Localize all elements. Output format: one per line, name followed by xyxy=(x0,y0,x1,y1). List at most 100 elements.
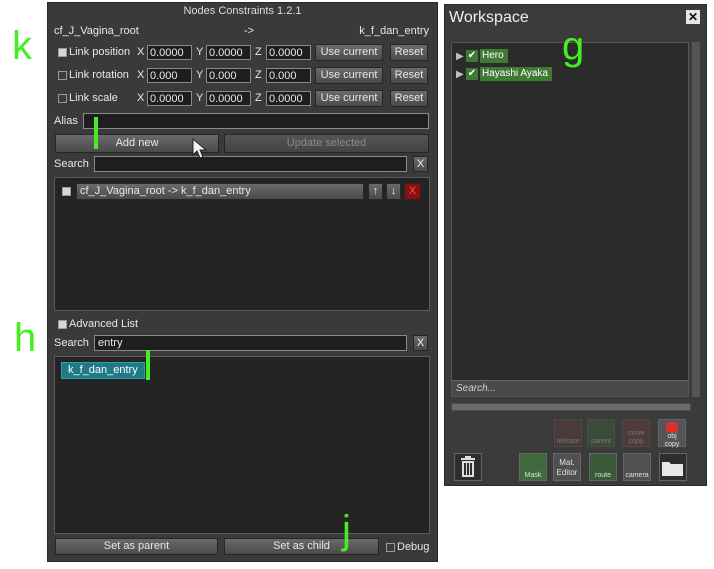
tree-node-hayashi-ayaka[interactable]: ▶ ✔ Hayashi Ayaka xyxy=(456,67,552,81)
visibility-check-icon[interactable]: ✔ xyxy=(466,50,478,62)
child-node-label: k_f_dan_entry xyxy=(359,25,429,37)
search2-clear-button[interactable]: X xyxy=(413,335,428,351)
delete-constraint-button[interactable]: X xyxy=(404,183,421,200)
position-use-current-button[interactable]: Use current xyxy=(315,44,383,61)
search-label: Search xyxy=(54,158,89,170)
search2-input[interactable]: entry xyxy=(94,335,407,351)
mask-tool-icon[interactable]: Mask xyxy=(519,453,547,481)
link-position-label: Link position xyxy=(69,46,131,58)
tree-node-hero[interactable]: ▶ ✔ Hero xyxy=(456,49,508,63)
set-as-child-button[interactable]: Set as child xyxy=(224,538,379,555)
link-position-checkbox[interactable] xyxy=(58,48,67,57)
rotation-use-current-button[interactable]: Use current xyxy=(315,67,383,84)
workspace-search-input[interactable]: Search... xyxy=(452,380,688,396)
search2-label: Search xyxy=(54,337,89,349)
constraint-enabled-checkbox[interactable] xyxy=(62,187,71,196)
position-y-input[interactable]: 0.0000 xyxy=(206,45,251,60)
alias-label: Alias xyxy=(54,115,78,127)
expand-arrow-icon[interactable]: ▶ xyxy=(456,69,466,80)
obj-copy-tool-icon[interactable]: obj copy xyxy=(658,419,686,448)
mat-editor-label: Mat. Editor xyxy=(556,458,578,477)
link-scale-checkbox[interactable] xyxy=(58,94,67,103)
debug-checkbox[interactable] xyxy=(386,543,395,552)
parent-label: parent xyxy=(591,438,611,445)
scale-x-input[interactable]: 0.0000 xyxy=(147,91,192,106)
rotation-z-input[interactable]: 0.000 xyxy=(266,68,311,83)
update-selected-button[interactable]: Update selected xyxy=(224,134,429,153)
overlay-label-h: h xyxy=(14,316,37,360)
axis-x-label: X xyxy=(137,46,145,58)
horizontal-scrollbar[interactable] xyxy=(451,403,691,411)
axis-z-label: Z xyxy=(255,92,262,104)
close-icon[interactable]: ✕ xyxy=(686,10,700,24)
route-tool-icon[interactable]: route xyxy=(589,453,617,481)
link-rotation-label: Link rotation xyxy=(69,69,129,81)
expand-arrow-icon[interactable]: ▶ xyxy=(456,51,466,62)
mouse-cursor-icon xyxy=(192,138,208,159)
visibility-check-icon[interactable]: ✔ xyxy=(466,68,478,80)
move-down-button[interactable]: ↓ xyxy=(386,183,401,200)
camera-tool-icon[interactable]: camera xyxy=(623,453,651,481)
arrow-label: -> xyxy=(244,25,255,37)
axis-x-label: X xyxy=(137,69,145,81)
search-clear-button[interactable]: X xyxy=(413,156,428,172)
nodes-constraints-window: Nodes Constraints 1.2.1 cf_J_Vagina_root… xyxy=(47,2,438,562)
rotation-y-input[interactable]: 0.000 xyxy=(206,68,251,83)
overlay-label-g: g xyxy=(562,24,585,68)
axis-z-label: Z xyxy=(255,46,262,58)
folder-tool-icon[interactable] xyxy=(659,453,687,481)
workspace-window: Workspace ✕ ▶ ✔ Hero ▶ ✔ Hayashi Ayaka S… xyxy=(444,4,707,486)
window-title: Nodes Constraints 1.2.1 xyxy=(183,5,302,17)
axis-y-label: Y xyxy=(196,92,204,104)
mat-editor-tool-icon[interactable]: Mat. Editor xyxy=(553,453,581,481)
link-rotation-checkbox[interactable] xyxy=(58,71,67,80)
position-reset-button[interactable]: Reset xyxy=(390,44,428,61)
release-label: release xyxy=(556,438,580,445)
axis-x-label: X xyxy=(137,92,145,104)
constraints-list[interactable]: cf_J_Vagina_root -> k_f_dan_entry ↑ ↓ X xyxy=(54,177,430,311)
set-as-parent-button[interactable]: Set as parent xyxy=(55,538,218,555)
debug-label: Debug xyxy=(397,541,430,553)
trash-icon xyxy=(461,456,475,477)
folder-icon xyxy=(662,462,683,476)
constraint-item[interactable]: cf_J_Vagina_root -> k_f_dan_entry xyxy=(76,183,364,200)
parent-node-label: cf_J_Vagina_root xyxy=(54,25,139,37)
camera-label: camera xyxy=(625,472,649,479)
obj-copy-label: obj copy xyxy=(664,433,680,448)
scale-reset-button[interactable]: Reset xyxy=(390,90,428,107)
parent-tool-icon[interactable]: parent xyxy=(587,419,615,447)
advanced-list-label: Advanced List xyxy=(69,318,139,330)
alias-input[interactable] xyxy=(83,113,429,129)
overlay-label-k: k xyxy=(12,24,32,68)
advanced-list-checkbox[interactable] xyxy=(58,320,67,329)
axis-z-label: Z xyxy=(255,69,262,81)
workspace-title: Workspace xyxy=(449,9,529,26)
tree-item-label: Hero xyxy=(480,49,508,63)
obj-copy-glyph-icon xyxy=(666,422,678,432)
delete-tool-icon[interactable] xyxy=(454,453,482,481)
move-copy-label: move copy xyxy=(627,430,645,445)
release-tool-icon[interactable]: release xyxy=(554,419,582,447)
rotation-reset-button[interactable]: Reset xyxy=(390,67,428,84)
move-copy-tool-icon[interactable]: move copy xyxy=(622,419,650,447)
axis-y-label: Y xyxy=(196,69,204,81)
link-scale-label: Link scale xyxy=(69,92,118,104)
axis-y-label: Y xyxy=(196,46,204,58)
scale-use-current-button[interactable]: Use current xyxy=(315,90,383,107)
rotation-x-input[interactable]: 0.000 xyxy=(147,68,192,83)
result-item[interactable]: k_f_dan_entry xyxy=(61,362,145,379)
results-list[interactable]: k_f_dan_entry xyxy=(54,356,430,534)
search-input[interactable] xyxy=(94,156,407,172)
route-label: route xyxy=(595,472,611,479)
scale-y-input[interactable]: 0.0000 xyxy=(206,91,251,106)
overlay-marker-line xyxy=(94,117,98,149)
workspace-tree[interactable]: ▶ ✔ Hero ▶ ✔ Hayashi Ayaka Search... xyxy=(451,42,689,397)
tree-scrollbar[interactable] xyxy=(692,42,700,397)
tree-item-label: Hayashi Ayaka xyxy=(480,67,552,81)
overlay-label-j: j xyxy=(342,508,351,552)
position-x-input[interactable]: 0.0000 xyxy=(147,45,192,60)
overlay-marker-line xyxy=(146,350,150,380)
position-z-input[interactable]: 0.0000 xyxy=(266,45,311,60)
scale-z-input[interactable]: 0.0000 xyxy=(266,91,311,106)
move-up-button[interactable]: ↑ xyxy=(368,183,383,200)
